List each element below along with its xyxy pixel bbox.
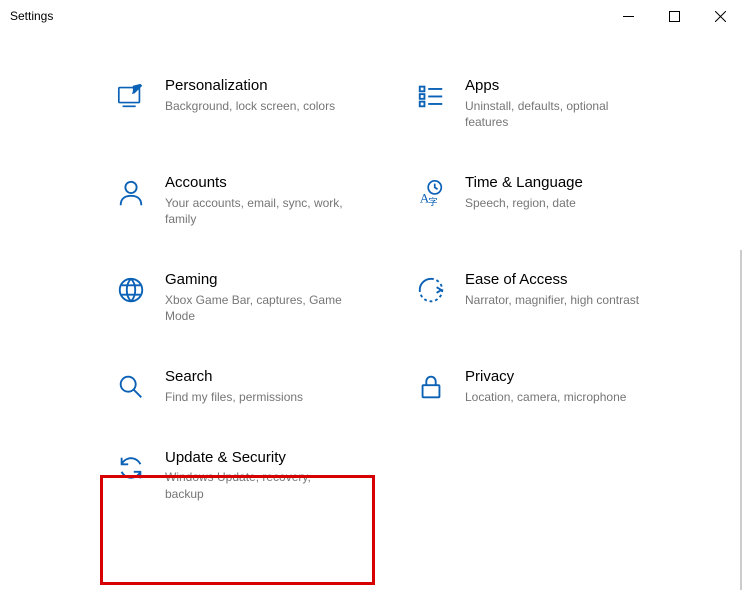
settings-grid: Personalization Background, lock screen,…	[115, 70, 743, 509]
gaming-icon	[115, 274, 147, 306]
titlebar-controls	[605, 0, 743, 32]
personalization-icon	[115, 80, 147, 112]
settings-item-search[interactable]: Search Find my files, permissions	[115, 361, 395, 411]
item-title: Personalization	[165, 76, 335, 96]
settings-item-time-language[interactable]: A 字 Time & Language Speech, region, date	[415, 167, 695, 234]
item-title: Accounts	[165, 173, 345, 193]
privacy-icon	[415, 371, 447, 403]
settings-item-ease-of-access[interactable]: Ease of Access Narrator, magnifier, high…	[415, 264, 695, 331]
settings-item-privacy[interactable]: Privacy Location, camera, microphone	[415, 361, 695, 411]
time-language-icon: A 字	[415, 177, 447, 209]
settings-item-personalization[interactable]: Personalization Background, lock screen,…	[115, 70, 395, 137]
item-title: Gaming	[165, 270, 345, 290]
item-title: Time & Language	[465, 173, 583, 193]
item-desc: Background, lock screen, colors	[165, 98, 335, 115]
item-desc: Uninstall, defaults, optional features	[465, 98, 645, 132]
item-title: Update & Security	[165, 448, 345, 468]
item-desc: Find my files, permissions	[165, 389, 303, 406]
item-desc: Your accounts, email, sync, work, family	[165, 195, 345, 229]
minimize-button[interactable]	[605, 0, 651, 32]
close-button[interactable]	[697, 0, 743, 32]
settings-content: Personalization Background, lock screen,…	[0, 70, 743, 606]
svg-text:字: 字	[428, 196, 437, 208]
window-title: Settings	[10, 9, 53, 23]
item-title: Apps	[465, 76, 645, 96]
titlebar: Settings	[0, 0, 743, 32]
item-title: Search	[165, 367, 303, 387]
item-desc: Xbox Game Bar, captures, Game Mode	[165, 292, 345, 326]
update-security-icon	[115, 452, 147, 484]
item-desc: Windows Update, recovery, backup	[165, 469, 345, 503]
item-title: Ease of Access	[465, 270, 639, 290]
ease-of-access-icon	[415, 274, 447, 306]
settings-item-gaming[interactable]: Gaming Xbox Game Bar, captures, Game Mod…	[115, 264, 395, 331]
settings-item-apps[interactable]: Apps Uninstall, defaults, optional featu…	[415, 70, 695, 137]
scrollbar[interactable]	[740, 250, 742, 590]
accounts-icon	[115, 177, 147, 209]
apps-icon	[415, 80, 447, 112]
item-title: Privacy	[465, 367, 626, 387]
item-desc: Speech, region, date	[465, 195, 583, 212]
settings-item-accounts[interactable]: Accounts Your accounts, email, sync, wor…	[115, 167, 395, 234]
item-desc: Location, camera, microphone	[465, 389, 626, 406]
item-desc: Narrator, magnifier, high contrast	[465, 292, 639, 309]
search-icon	[115, 371, 147, 403]
maximize-button[interactable]	[651, 0, 697, 32]
settings-item-update-security[interactable]: Update & Security Windows Update, recove…	[115, 442, 395, 509]
